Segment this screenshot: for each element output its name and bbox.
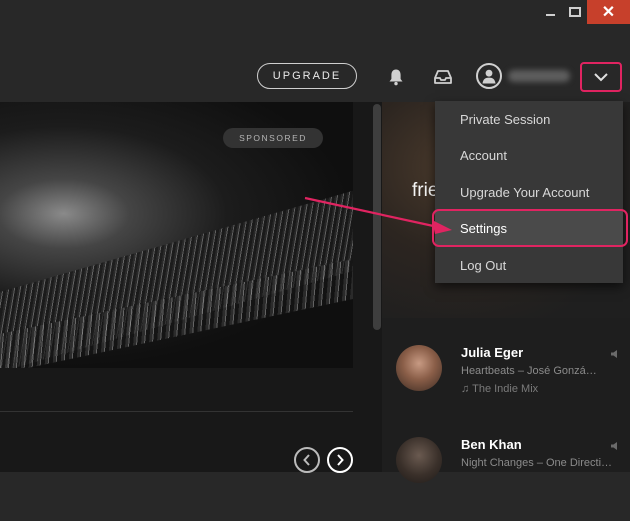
close-button[interactable]: ✕ [587,0,630,24]
main-scrollbar-thumb[interactable] [373,104,381,330]
inbox-icon [434,70,452,84]
chevron-right-icon [337,454,344,466]
notifications-button[interactable] [386,66,406,88]
playlist-icon: ♫ [461,383,470,395]
friend-track[interactable]: Heartbeats – José Gonzá… [461,365,597,377]
friend-item[interactable]: Julia Eger Heartbeats – José Gonzá… ♫ Th… [382,345,630,429]
minimize-icon [545,14,555,16]
minimize-button[interactable] [537,0,563,24]
user-menu-toggle[interactable] [580,62,622,92]
friend-avatar [396,437,442,483]
upgrade-button[interactable]: UPGRADE [257,63,357,89]
speaker-icon [611,442,617,450]
friend-source-label: The Indie Mix [472,383,539,395]
close-icon: ✕ [601,4,616,21]
section-divider [0,411,353,412]
friend-name[interactable]: Ben Khan [461,437,522,452]
menu-item-private-session[interactable]: Private Session [435,101,623,137]
sponsored-badge: SPONSORED [223,128,323,148]
user-avatar-button[interactable] [476,63,502,89]
user-dropdown-menu: Private Session Account Upgrade Your Acc… [435,101,623,283]
user-icon [482,69,496,84]
window-titlebar [0,0,630,28]
bell-icon [389,69,403,86]
chevron-down-icon [594,73,608,82]
friend-track[interactable]: Night Changes – One Directi… [461,457,612,469]
friend-avatar [396,345,442,391]
maximize-button[interactable] [564,0,586,24]
maximize-icon [569,7,581,17]
username-blurred[interactable] [508,70,570,82]
settings-highlight-box [432,209,628,247]
friend-name[interactable]: Julia Eger [461,345,523,360]
speaker-icon [611,350,617,358]
inbox-button[interactable] [432,66,454,88]
carousel-prev-button[interactable] [294,447,320,473]
friend-item[interactable]: Ben Khan Night Changes – One Directi… [382,437,630,521]
menu-item-upgrade-account[interactable]: Upgrade Your Account [435,174,623,210]
menu-item-account[interactable]: Account [435,137,623,173]
chevron-left-icon [303,454,310,466]
carousel-next-button[interactable] [327,447,353,473]
friend-source[interactable]: ♫ The Indie Mix [461,383,538,395]
menu-item-log-out[interactable]: Log Out [435,247,623,283]
